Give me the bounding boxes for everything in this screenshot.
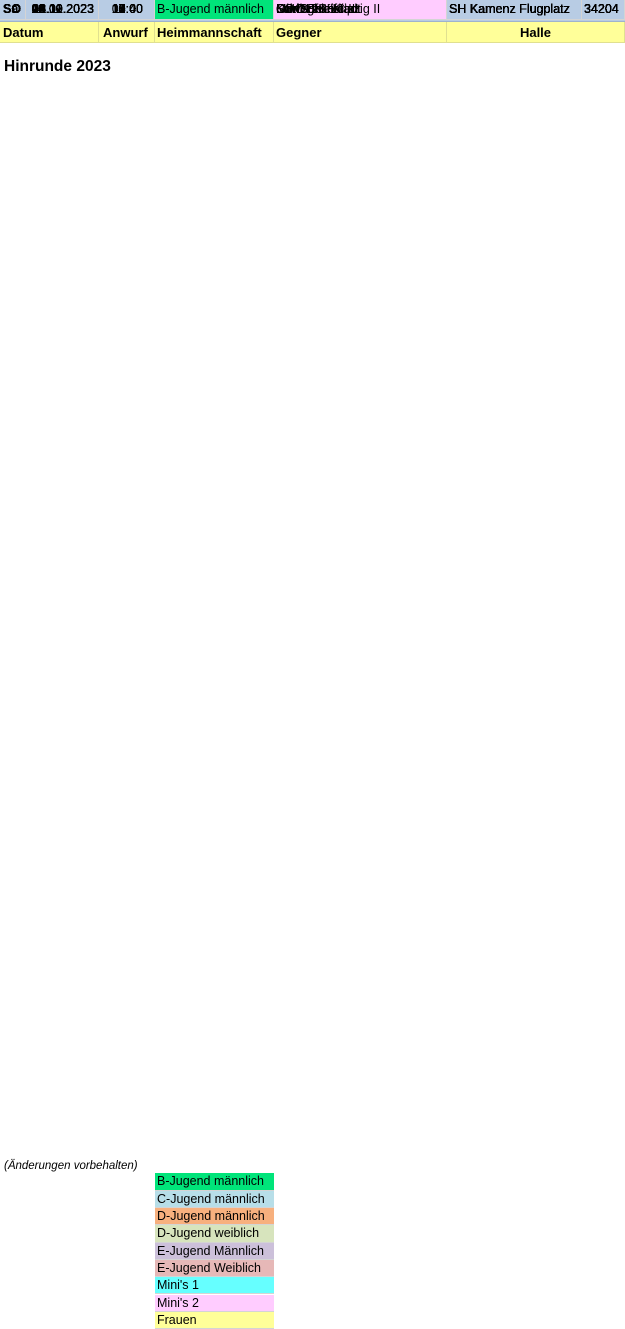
table-row bbox=[0, 314, 625, 334]
table-row bbox=[0, 176, 625, 196]
legend-item: E-Jugend Männlich bbox=[155, 1242, 274, 1260]
table-row bbox=[0, 1117, 625, 1137]
time-cell: 15:00 bbox=[99, 0, 155, 20]
legend-item: C-Jugend männlich bbox=[155, 1190, 274, 1208]
table-row bbox=[0, 960, 625, 980]
table-row bbox=[0, 255, 625, 275]
table-row bbox=[0, 823, 625, 843]
table-row bbox=[0, 353, 625, 373]
table-row bbox=[0, 216, 625, 236]
legend-item: Mini's 1 bbox=[155, 1277, 274, 1295]
table-row bbox=[0, 745, 625, 765]
table-row bbox=[0, 882, 625, 902]
legend-item: D-Jugend weiblich bbox=[155, 1225, 274, 1243]
table-row bbox=[0, 1039, 625, 1059]
legend-item: B-Jugend männlich bbox=[155, 1173, 274, 1191]
table-row bbox=[0, 392, 625, 412]
day-cell bbox=[0, 0, 26, 20]
table-row bbox=[0, 451, 625, 471]
table-row bbox=[0, 921, 625, 941]
table-row bbox=[0, 529, 625, 549]
table-row bbox=[0, 764, 625, 784]
table-row bbox=[0, 608, 625, 628]
table-row bbox=[0, 1058, 625, 1078]
table-row bbox=[0, 686, 625, 706]
table-row bbox=[0, 1098, 625, 1118]
section-title: Hinrunde 2023 bbox=[4, 58, 111, 75]
table-row bbox=[0, 941, 625, 961]
table-row bbox=[0, 294, 625, 314]
table-row bbox=[0, 568, 625, 588]
table-row bbox=[0, 118, 625, 138]
header-date: Datum bbox=[0, 22, 99, 43]
table-row bbox=[0, 784, 625, 804]
table-row bbox=[0, 98, 625, 118]
legend-item: E-Jugend Weiblich bbox=[155, 1259, 274, 1278]
legend-item: Frauen bbox=[155, 1311, 274, 1329]
hall-cell: SH Kamenz Flugplatz bbox=[447, 0, 582, 20]
disclaimer-note: (Änderungen vorbehalten) bbox=[4, 1160, 138, 1173]
table-row bbox=[0, 706, 625, 726]
table-row bbox=[0, 980, 625, 1000]
header-opponent: Gegner bbox=[274, 22, 447, 43]
home-team-cell: B-Jugend männlich bbox=[155, 0, 274, 20]
table-row bbox=[0, 431, 625, 451]
header-team: Heimmannschaft bbox=[155, 22, 274, 43]
table-row bbox=[0, 666, 625, 686]
table-row bbox=[0, 647, 625, 667]
table-row bbox=[0, 549, 625, 569]
date-cell: 16.12.2023 bbox=[26, 0, 99, 20]
header-hall: Halle bbox=[447, 22, 625, 43]
legend-item: Mini's 2 bbox=[155, 1294, 274, 1312]
header-row: Datum Anwurf Heimmannschaft Gegner Halle bbox=[0, 22, 625, 43]
header-time: Anwurf bbox=[99, 22, 155, 43]
legend-item: D-Jugend männlich bbox=[155, 1208, 274, 1226]
hall-code-cell: 34204 bbox=[582, 0, 625, 20]
table-row bbox=[0, 1019, 625, 1039]
table-row bbox=[0, 862, 625, 882]
opponent-cell: SC DHfK Leipzig II bbox=[274, 0, 447, 20]
table-row bbox=[0, 510, 625, 530]
table-row bbox=[0, 372, 625, 392]
table-row bbox=[0, 157, 625, 177]
table-row bbox=[0, 490, 625, 510]
